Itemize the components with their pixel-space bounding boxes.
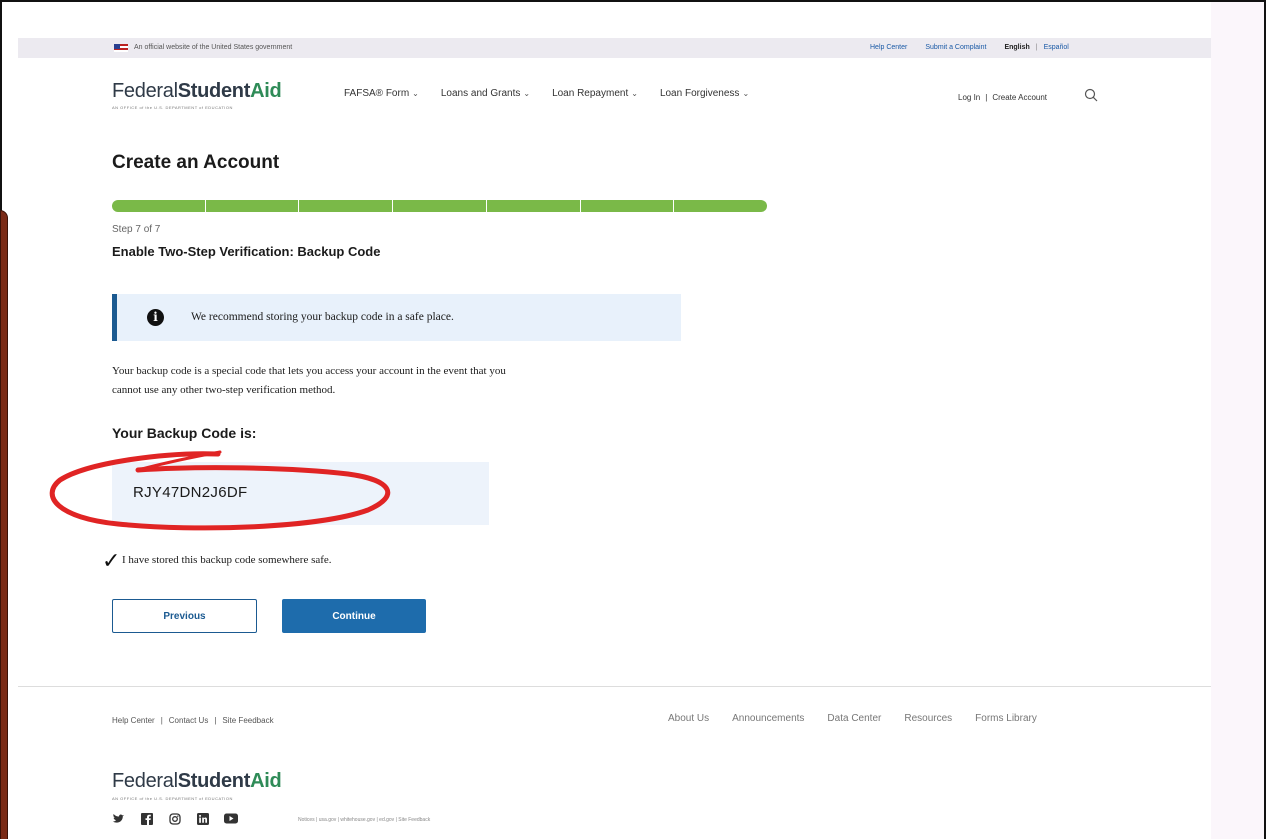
logo-aid: Aid	[250, 80, 282, 102]
login-link[interactable]: Log In	[958, 93, 980, 102]
help-center-link[interactable]: Help Center	[870, 44, 907, 51]
chevron-down-icon: ⌄	[412, 89, 419, 98]
progress-segment	[206, 200, 300, 212]
submit-complaint-link[interactable]: Submit a Complaint	[925, 44, 986, 51]
progress-segment	[112, 200, 206, 212]
nav-label: Loan Forgiveness	[659, 88, 740, 99]
footer-resources-link[interactable]: Resources	[904, 713, 952, 724]
footer-contact-us-link[interactable]: Contact Us	[169, 716, 209, 725]
info-alert: i We recommend storing your backup code …	[112, 294, 681, 341]
linkedin-icon[interactable]	[196, 813, 209, 825]
logo-aid: Aid	[250, 770, 282, 792]
site-logo[interactable]: FederalStudentAid	[112, 80, 282, 103]
lang-divider: |	[1035, 44, 1038, 51]
footer-announcements-link[interactable]: Announcements	[732, 713, 804, 724]
nav-label: Loans and Grants	[440, 88, 521, 99]
nav-label: Loan Repayment	[552, 88, 629, 99]
progress-segment	[299, 200, 394, 212]
footer-nav: About Us Announcements Data Center Resou…	[668, 713, 1037, 724]
chevron-down-icon: ⌄	[631, 89, 638, 98]
footer-logo-subtitle: AN OFFICE of the U.S. DEPARTMENT of EDUC…	[112, 796, 233, 801]
instagram-icon[interactable]	[168, 813, 181, 825]
page-title: Create an Account	[112, 152, 280, 173]
step-label: Step 7 of 7	[112, 224, 161, 235]
logo-student: Student	[177, 80, 251, 102]
main-nav: FAFSA® Form ⌄ Loans and Grants ⌄ Loan Repa…	[344, 88, 771, 99]
nav-loan-forgiveness[interactable]: Loan Forgiveness ⌄	[660, 88, 749, 99]
auth-links: Log In | Create Account	[958, 93, 1047, 102]
facebook-icon[interactable]	[140, 813, 153, 825]
progress-segment	[393, 200, 487, 212]
footer-legal-links[interactable]: Notices | usa.gov | whitehouse.gov | ed.…	[298, 817, 430, 823]
logo-federal: Federal	[112, 770, 178, 792]
footer-help-links: Help Center | Contact Us | Site Feedback	[112, 716, 274, 725]
nav-label: FAFSA® Form	[344, 88, 410, 99]
logo-student: Student	[177, 770, 251, 792]
step-title: Enable Two-Step Verification: Backup Cod…	[112, 244, 381, 259]
info-icon: i	[147, 309, 164, 326]
logo-federal: Federal	[112, 80, 178, 102]
progress-segment	[487, 200, 581, 212]
checkmark-icon[interactable]: ✓	[102, 551, 120, 573]
backup-code-heading: Your Backup Code is:	[112, 425, 257, 441]
gov-links: Help Center Submit a Complaint English |…	[870, 44, 1069, 51]
nav-loan-repayment[interactable]: Loan Repayment ⌄	[552, 88, 638, 99]
social-links	[112, 813, 238, 825]
backup-code-box: RJY47DN2J6DF	[112, 462, 489, 525]
description-line-2: cannot use any other two-step verificati…	[112, 384, 336, 396]
footer-about-us-link[interactable]: About Us	[668, 713, 709, 724]
backup-code-value: RJY47DN2J6DF	[133, 484, 248, 501]
footer-divider	[18, 686, 1211, 687]
step-progress-bar	[112, 200, 767, 212]
backup-code-description: Your backup code is a special code that …	[112, 362, 712, 400]
alert-text: We recommend storing your backup code in…	[191, 311, 454, 323]
footer-logo[interactable]: FederalStudentAid	[112, 770, 282, 793]
gov-banner: An official website of the United States…	[18, 38, 1211, 58]
espanol-link[interactable]: Español	[1044, 44, 1069, 51]
continue-button[interactable]: Continue	[282, 599, 426, 633]
gov-banner-text: An official website of the United States…	[134, 44, 293, 51]
nav-loans-grants[interactable]: Loans and Grants ⌄	[441, 88, 530, 99]
progress-segment	[581, 200, 675, 212]
progress-segment	[674, 200, 767, 212]
youtube-icon[interactable]	[224, 813, 238, 825]
search-icon[interactable]	[1084, 88, 1098, 102]
nav-fafsa-form[interactable]: FAFSA® Form ⌄	[344, 88, 419, 99]
chevron-down-icon: ⌄	[523, 89, 531, 98]
previous-button[interactable]: Previous	[112, 599, 257, 633]
twitter-icon[interactable]	[112, 813, 125, 825]
chevron-down-icon: ⌄	[742, 89, 750, 98]
auth-divider: |	[985, 93, 988, 102]
us-flag-icon	[114, 44, 128, 52]
footer-forms-library-link[interactable]: Forms Library	[975, 713, 1037, 724]
stored-code-checkbox-label[interactable]: I have stored this backup code somewhere…	[122, 554, 332, 566]
english-link[interactable]: English	[1004, 44, 1029, 51]
footer-divider-1: |	[160, 716, 163, 725]
logo-subtitle: AN OFFICE of the U.S. DEPARTMENT of EDUC…	[112, 105, 233, 110]
footer-help-center-link[interactable]: Help Center	[112, 716, 155, 725]
create-account-link[interactable]: Create Account	[992, 93, 1047, 102]
footer-data-center-link[interactable]: Data Center	[827, 713, 881, 724]
footer-divider-2: |	[214, 716, 217, 725]
page: An official website of the United States…	[0, 0, 1266, 839]
footer-site-feedback-link[interactable]: Site Feedback	[222, 716, 273, 725]
description-line-1: Your backup code is a special code that …	[112, 365, 506, 377]
